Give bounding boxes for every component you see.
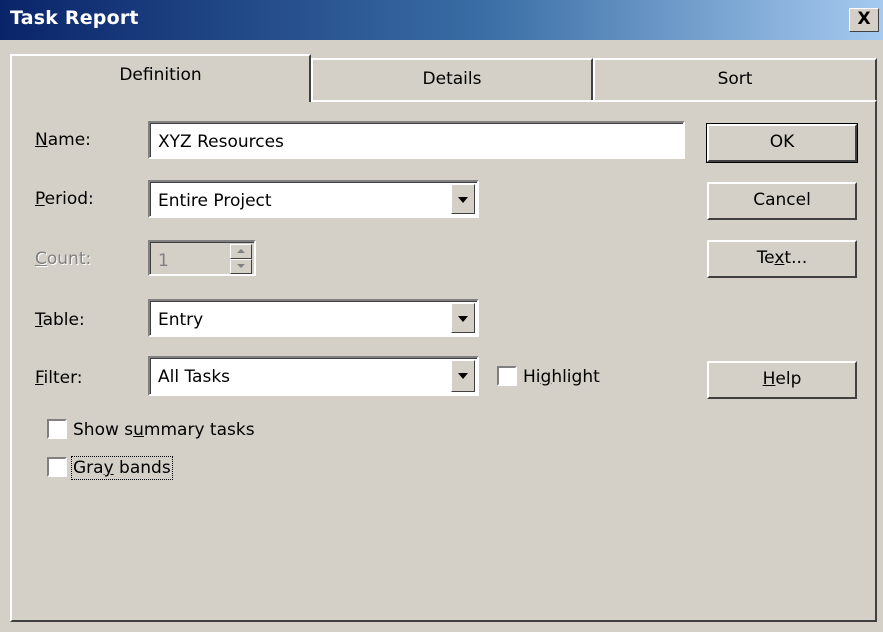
period-label: Period: <box>35 189 94 209</box>
help-button[interactable]: Help <box>707 361 857 399</box>
spin-up-icon <box>230 244 252 259</box>
gray-bands-label: Gray bands <box>71 456 173 480</box>
table-value: Entry <box>158 310 204 330</box>
table-dropdown-arrow-icon[interactable] <box>451 303 475 333</box>
task-report-dialog: Task Report X Details Sort Definition Na… <box>0 0 883 632</box>
highlight-checkbox[interactable] <box>497 366 517 386</box>
name-field[interactable]: XYZ Resources <box>148 121 685 159</box>
ok-button[interactable]: OK <box>706 123 858 163</box>
spin-down-icon <box>230 259 252 274</box>
text-button[interactable]: Text... <box>707 240 857 278</box>
filter-value: All Tasks <box>158 367 231 387</box>
tab-definition-label: Definition <box>119 65 202 85</box>
period-value: Entire Project <box>158 191 272 211</box>
highlight-label: Highlight <box>523 367 600 387</box>
filter-dropdown-arrow-icon[interactable] <box>451 360 475 392</box>
filter-select[interactable]: All Tasks <box>148 356 479 396</box>
show-summary-tasks-checkbox[interactable] <box>47 419 67 439</box>
tab-sort-label: Sort <box>717 69 753 89</box>
gray-bands-checkbox[interactable] <box>47 457 67 477</box>
tab-definition[interactable]: Definition <box>10 54 311 102</box>
period-select[interactable]: Entire Project <box>148 180 479 218</box>
count-spinner: 1 <box>148 240 256 276</box>
title-bar: Task Report X <box>0 0 883 40</box>
tab-sort[interactable]: Sort <box>593 58 877 100</box>
tab-details-label: Details <box>422 69 482 89</box>
period-dropdown-arrow-icon[interactable] <box>451 184 475 214</box>
close-button[interactable]: X <box>849 8 879 32</box>
name-label: Name: <box>35 130 91 150</box>
table-select[interactable]: Entry <box>148 299 479 337</box>
name-value: XYZ Resources <box>158 132 284 152</box>
filter-label: Filter: <box>35 368 83 388</box>
count-label: Count: <box>35 249 92 269</box>
table-label: Table: <box>35 310 85 330</box>
show-summary-tasks-label: Show summary tasks <box>73 420 255 440</box>
cancel-button[interactable]: Cancel <box>707 182 857 220</box>
count-value: 1 <box>158 251 169 271</box>
window-title: Task Report <box>10 7 139 29</box>
tab-details[interactable]: Details <box>311 58 593 100</box>
